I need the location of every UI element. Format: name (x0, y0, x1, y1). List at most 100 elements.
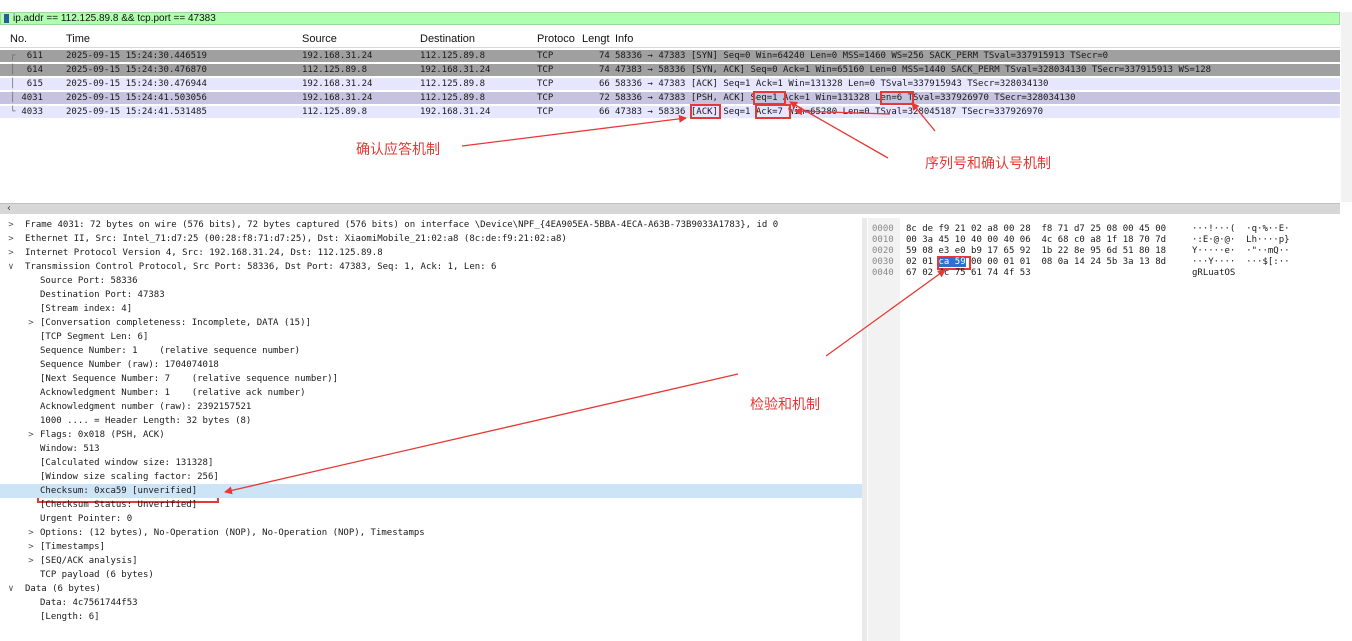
collapse-icon[interactable]: ∨ (6, 260, 16, 274)
len-highlight-box (880, 91, 914, 105)
detail-line[interactable]: > Options: (12 bytes), No-Operation (NOP)… (0, 526, 862, 540)
display-filter-input[interactable]: ip.addr == 112.125.89.8 && tcp.port == 4… (13, 13, 216, 24)
detail-line[interactable]: ∨ Transmission Control Protocol, Src Port… (0, 260, 862, 274)
column-header-destination[interactable]: Destination (420, 31, 475, 47)
detail-text: [Stream index: 4] (40, 304, 133, 314)
detail-line[interactable]: TCP payload (6 bytes) (0, 568, 862, 582)
detail-line[interactable]: Acknowledgment number (raw): 2392157521 (0, 400, 862, 414)
detail-line[interactable]: [Stream index: 4] (0, 302, 862, 316)
detail-line[interactable]: ∨ Data (6 bytes) (0, 582, 862, 596)
pane-splitter[interactable]: ‹ (0, 203, 1340, 214)
packet-row[interactable]: ┌ 611 2025-09-15 15:24:30.446519 192.168… (0, 50, 1340, 62)
packet-source: 192.168.31.24 (302, 51, 373, 61)
collapse-icon[interactable]: ∨ (6, 582, 16, 596)
detail-line[interactable]: > [Conversation completeness: Incomplete,… (0, 316, 862, 330)
column-header-length[interactable]: Lengt (582, 31, 610, 47)
display-filter-bar[interactable]: ip.addr == 112.125.89.8 && tcp.port == 4… (0, 12, 1340, 25)
column-header-source[interactable]: Source (302, 31, 337, 47)
detail-text: Frame 4031: 72 bytes on wire (576 bits),… (25, 220, 779, 230)
packet-list-scrollbar[interactable] (1341, 12, 1352, 202)
detail-text: TCP payload (6 bytes) (40, 570, 154, 580)
detail-text: Data: 4c7561744f53 (40, 598, 138, 608)
packet-protocol: TCP (537, 107, 554, 117)
packet-length: 74 (599, 65, 610, 75)
expand-icon[interactable]: > (6, 246, 16, 260)
detail-line[interactable]: Data: 4c7561744f53 (0, 596, 862, 610)
ascii-bytes[interactable]: gRLuatOS (1192, 267, 1235, 279)
packet-destination: 112.125.89.8 (420, 79, 486, 89)
detail-line[interactable]: Checksum: 0xca59 [unverified] (0, 484, 862, 498)
detail-line[interactable]: [Calculated window size: 131328] (0, 456, 862, 470)
packet-list: No. Time Source Destination Protoco Leng… (0, 31, 1340, 121)
detail-line[interactable]: [TCP Segment Len: 6] (0, 330, 862, 344)
detail-text: [Checksum Status: Unverified] (40, 500, 198, 510)
detail-line[interactable]: [Length: 6] (0, 610, 862, 624)
packet-row[interactable]: │ 615 2025-09-15 15:24:30.476944 192.168… (0, 78, 1340, 90)
detail-text: Destination Port: 47383 (40, 290, 165, 300)
detail-line[interactable]: > Ethernet II, Src: Intel_71:d7:25 (00:28… (0, 232, 862, 246)
packet-row-selected[interactable]: │ 4031 2025-09-15 15:24:41.503056 192.16… (0, 92, 1340, 104)
detail-line[interactable]: Source Port: 58336 (0, 274, 862, 288)
detail-text: Ethernet II, Src: Intel_71:d7:25 (00:28:… (25, 234, 567, 244)
arrow-ack-flag (461, 114, 687, 147)
detail-line[interactable]: [Window size scaling factor: 256] (0, 470, 862, 484)
detail-line[interactable]: [Checksum Status: Unverified] (0, 498, 862, 512)
detail-line[interactable]: > Internet Protocol Version 4, Src: 192.1… (0, 246, 862, 260)
column-header-info[interactable]: Info (615, 31, 633, 47)
detail-line[interactable]: Urgent Pointer: 0 (0, 512, 862, 526)
detail-line[interactable]: > [SEQ/ACK analysis] (0, 554, 862, 568)
packet-row[interactable]: │ 614 2025-09-15 15:24:30.476870 112.125… (0, 64, 1340, 76)
detail-text: [SEQ/ACK analysis] (40, 556, 138, 566)
expand-icon[interactable]: > (6, 232, 16, 246)
expand-icon[interactable]: > (26, 316, 36, 330)
packet-info: 58336 → 47383 [SYN] Seq=0 Win=64240 Len=… (615, 51, 1109, 61)
packet-source: 192.168.31.24 (302, 93, 373, 103)
seq-highlight-box (753, 91, 786, 105)
detail-line[interactable]: Sequence Number: 1 (relative sequence nu… (0, 344, 862, 358)
detail-line[interactable]: [Next Sequence Number: 7 (relative seque… (0, 372, 862, 386)
bookmark-icon[interactable] (4, 14, 9, 23)
detail-text: Source Port: 58336 (40, 276, 138, 286)
hex-segment: 00 3a 45 10 40 00 40 06 4c 68 c0 a8 1f 1… (906, 235, 1167, 245)
packet-length: 72 (599, 93, 610, 103)
detail-text: [Conversation completeness: Incomplete, … (40, 318, 311, 328)
detail-line[interactable]: > Frame 4031: 72 bytes on wire (576 bits)… (0, 218, 862, 232)
packet-info: 58336 → 47383 [ACK] Seq=1 Ack=1 Win=1313… (615, 79, 1049, 89)
detail-text: Window: 513 (40, 444, 100, 454)
detail-line[interactable]: Sequence Number (raw): 1704074018 (0, 358, 862, 372)
packet-info: 47383 → 58336 [ACK] Seq=1 Ack=7 Win=6528… (615, 107, 1044, 117)
detail-text: Options: (12 bytes), No-Operation (NOP),… (40, 528, 425, 538)
packet-source: 112.125.89.8 (302, 65, 368, 75)
expand-icon[interactable]: > (26, 526, 36, 540)
expand-icon[interactable]: > (6, 218, 16, 232)
packet-time: 2025-09-15 15:24:41.531485 (66, 107, 207, 117)
column-header-no[interactable]: No. (10, 31, 27, 47)
detail-line[interactable]: Destination Port: 47383 (0, 288, 862, 302)
column-header-time[interactable]: Time (66, 31, 90, 47)
detail-line[interactable]: 1000 .... = Header Length: 32 bytes (8) (0, 414, 862, 428)
conversation-marker: ┌ (10, 51, 16, 61)
column-header-protocol[interactable]: Protoco (537, 31, 575, 47)
packet-row[interactable]: └ 4033 2025-09-15 15:24:41.531485 112.12… (0, 106, 1340, 118)
expand-icon[interactable]: > (26, 428, 36, 442)
detail-line[interactable]: Acknowledgment Number: 1 (relative ack n… (0, 386, 862, 400)
packet-source: 112.125.89.8 (302, 107, 368, 117)
packet-length: 66 (599, 79, 610, 89)
packet-no: 4033 (21, 107, 43, 117)
detail-text: Transmission Control Protocol, Src Port:… (25, 262, 497, 272)
packet-info: 47383 → 58336 [SYN, ACK] Seq=0 Ack=1 Win… (615, 65, 1212, 75)
detail-line[interactable]: Window: 513 (0, 442, 862, 456)
pane-divider[interactable] (862, 218, 867, 641)
packet-no: 615 (26, 79, 43, 89)
hex-bytes[interactable]: 67 02 4c 75 61 74 4f 53 (906, 267, 1031, 279)
scroll-left-icon[interactable]: ‹ (6, 203, 12, 214)
expand-icon[interactable]: > (26, 554, 36, 568)
detail-line[interactable]: > Flags: 0x018 (PSH, ACK) (0, 428, 862, 442)
detail-text: [Timestamps] (40, 542, 106, 552)
packet-time: 2025-09-15 15:24:30.476870 (66, 65, 207, 75)
detail-text: [Calculated window size: 131328] (40, 458, 214, 468)
detail-text: Urgent Pointer: 0 (40, 514, 133, 524)
expand-icon[interactable]: > (26, 540, 36, 554)
hex-segment: 59 08 e3 e0 b9 17 65 92 1b 22 8e 95 6d 5… (906, 246, 1167, 256)
detail-line[interactable]: > [Timestamps] (0, 540, 862, 554)
